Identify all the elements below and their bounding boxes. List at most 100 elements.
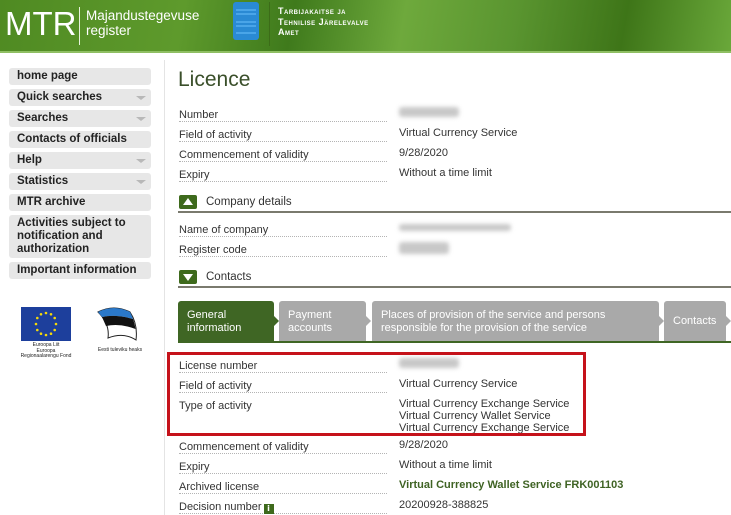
tab-contacts[interactable]: Contacts xyxy=(664,301,731,341)
sidebar-item-contacts-of-officials[interactable]: Contacts of officials xyxy=(9,131,151,148)
licence-number-row: Number xyxy=(179,104,719,124)
tab-arrow-icon xyxy=(659,316,664,326)
field-label: Name of company xyxy=(179,219,387,237)
field-label: Decision number i xyxy=(179,496,387,514)
ee-caption: Eesti tuleviku heaks xyxy=(97,347,143,353)
tab-label: General xyxy=(187,309,227,321)
section-title: Contacts xyxy=(206,271,252,283)
info-icon[interactable]: i xyxy=(263,504,274,514)
company-name-value-redacted xyxy=(399,222,511,234)
sidebar-item-label: Important information xyxy=(17,264,137,276)
chevron-down-icon xyxy=(136,117,146,121)
field-value: 20200928-388825 xyxy=(399,499,489,511)
field-value: 9/28/2020 xyxy=(399,147,448,159)
sidebar-item-activities-subject[interactable]: Activities subject to notification and a… xyxy=(9,215,151,258)
field-value: Without a time limit xyxy=(399,167,492,179)
sidebar-item-statistics[interactable]: Statistics xyxy=(9,173,151,190)
licence-commencement-row: Commencement of validity 9/28/2020 xyxy=(179,144,719,164)
sidebar-item-mtr-archive[interactable]: MTR archive xyxy=(9,194,151,211)
general-expiry-row: Expiry Without a time limit xyxy=(179,456,719,476)
field-label: Field of activity xyxy=(179,124,387,142)
sidebar-item-searches[interactable]: Searches xyxy=(9,110,151,127)
chevron-down-icon xyxy=(136,180,146,184)
archived-license-link[interactable]: Virtual Currency Wallet Service FRK00110… xyxy=(399,479,623,491)
field-label: Register code xyxy=(179,239,387,257)
tab-general-information[interactable]: General information xyxy=(178,301,279,341)
contacts-header: Contacts xyxy=(178,270,731,288)
general-commencement-row: Commencement of validity 9/28/2020 xyxy=(179,436,719,456)
tab-label: responsible for the provision of the ser… xyxy=(381,322,588,334)
register-name-line1: Majandustegevuse xyxy=(86,8,200,23)
register-name: Majandustegevuse register xyxy=(86,8,199,38)
sidebar-item-label: Searches xyxy=(17,112,69,124)
field-value: Without a time limit xyxy=(399,459,492,471)
sidebar-item-important-information[interactable]: Important information xyxy=(9,262,151,279)
sidebar-item-help[interactable]: Help xyxy=(9,152,151,169)
tab-label: accounts xyxy=(288,322,333,334)
agency-line1: Tarbijakaitse ja xyxy=(278,6,347,16)
sidebar-item-quick-searches[interactable]: Quick searches xyxy=(9,89,151,106)
page-title: Licence xyxy=(178,68,251,91)
sidebar-item-label: Help xyxy=(17,154,42,166)
chevron-down-icon xyxy=(183,274,193,281)
archived-license-row: Archived license Virtual Currency Wallet… xyxy=(179,476,719,496)
mtr-logo[interactable]: MTR xyxy=(5,5,76,43)
company-details-header: Company details xyxy=(178,195,731,213)
tab-label: information xyxy=(187,322,242,334)
chevron-down-icon xyxy=(136,96,146,100)
field-label: Number xyxy=(179,104,387,122)
estonian-coat-of-arms-icon xyxy=(233,2,259,40)
tab-arrow-icon xyxy=(366,316,371,326)
agency-divider xyxy=(269,2,270,46)
field-label: Expiry xyxy=(179,456,387,474)
register-code-row: Register code xyxy=(179,239,719,259)
sidebar-nav: home page Quick searches Searches Contac… xyxy=(9,68,151,283)
tab-arrow-icon xyxy=(726,316,731,326)
eu-flag-icon xyxy=(21,307,71,341)
tab-label: Contacts xyxy=(673,315,717,327)
section-title: Company details xyxy=(206,196,292,208)
logo-divider xyxy=(79,7,80,45)
highlight-annotation xyxy=(167,352,586,436)
tab-arrow-icon xyxy=(274,316,279,326)
contact-tabs: General information Payment accounts Pla… xyxy=(178,301,731,343)
chevron-down-icon xyxy=(136,159,146,163)
decision-label: Decision number xyxy=(179,501,262,513)
licence-number-value-redacted xyxy=(399,107,459,120)
estonia-sail-logo-icon xyxy=(97,307,137,341)
sidebar-item-label: Quick searches xyxy=(17,91,103,103)
sidebar-item-label: Contacts of officials xyxy=(17,133,127,145)
field-value: Virtual Currency Service xyxy=(399,127,518,139)
field-label: Commencement of validity xyxy=(179,144,387,162)
site-header: MTR Majandustegevuse register Tarbijakai… xyxy=(0,0,731,53)
expand-button[interactable] xyxy=(179,270,197,284)
collapse-button[interactable] xyxy=(179,195,197,209)
tab-places-of-provision[interactable]: Places of provision of the service and p… xyxy=(372,301,664,341)
agency-line2: Tehnilise Järelevalve xyxy=(278,16,369,27)
eu-caption: Euroopa Liit Euroopa Regionaalarengu Fon… xyxy=(14,342,78,360)
register-name-line2: register xyxy=(86,23,132,38)
register-code-value-redacted xyxy=(399,242,449,257)
field-label: Commencement of validity xyxy=(179,436,387,454)
sponsor-logos: Euroopa Liit Euroopa Regionaalarengu Fon… xyxy=(14,304,154,364)
sidebar-item-label: home page xyxy=(17,70,78,82)
sidebar-item-home-page[interactable]: home page xyxy=(9,68,151,85)
sidebar-item-label: Statistics xyxy=(17,175,69,187)
licence-field-row: Field of activity Virtual Currency Servi… xyxy=(179,124,719,144)
tab-label: Payment xyxy=(288,309,332,321)
agency-line3: Amet xyxy=(278,27,300,37)
chevron-up-icon xyxy=(183,198,193,205)
tab-label: Places of provision of the service and p… xyxy=(381,309,606,321)
field-label: Archived license xyxy=(179,476,387,494)
tab-payment-accounts[interactable]: Payment accounts xyxy=(279,301,371,341)
decision-number-row: Decision number i 20200928-388825 xyxy=(179,496,719,515)
sidebar-item-label: Activities subject to notification and a… xyxy=(17,217,126,255)
field-value: 9/28/2020 xyxy=(399,439,448,451)
sidebar-divider xyxy=(164,60,165,515)
sidebar-item-label: MTR archive xyxy=(17,196,86,208)
licence-expiry-row: Expiry Without a time limit xyxy=(179,164,719,184)
company-name-row: Name of company xyxy=(179,219,719,239)
eu-caption-line: Regionaalarengu Fond xyxy=(20,353,72,359)
agency-name: Tarbijakaitse ja Tehnilise Järelevalve A… xyxy=(278,6,369,38)
field-label: Expiry xyxy=(179,164,387,182)
